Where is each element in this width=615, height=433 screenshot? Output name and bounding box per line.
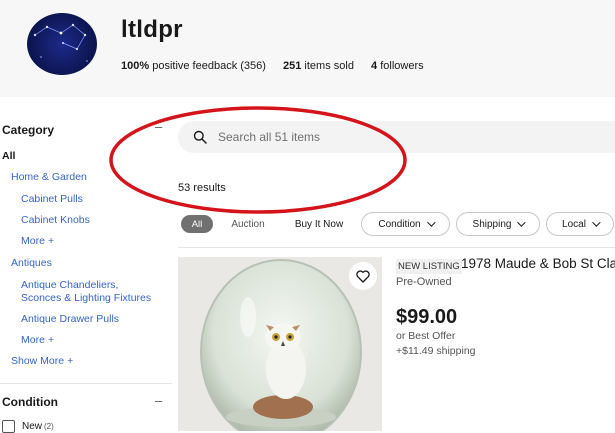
new-label: New [22, 421, 43, 432]
followers-label: followers [380, 60, 424, 72]
results-divider [178, 247, 615, 248]
condition-label: Condition [378, 218, 421, 230]
store-stats: 100% positive feedback (356) 251 items s… [121, 60, 424, 72]
items-sold-count: 251 [283, 60, 302, 72]
chevron-down-icon [426, 218, 436, 227]
shipping-label: Shipping [472, 218, 512, 230]
filter-all[interactable]: All [181, 215, 213, 233]
show-more-label: Show More [11, 355, 65, 367]
watch-heart-button[interactable] [349, 262, 377, 290]
new-count: (2) [44, 422, 54, 431]
filter-condition-dropdown[interactable]: Condition [361, 212, 450, 236]
filter-shipping-dropdown[interactable]: Shipping [456, 212, 540, 236]
category-home-garden[interactable]: Home & Garden [11, 171, 87, 184]
category-title: Category [2, 123, 55, 137]
filter-auction[interactable]: Auction [221, 212, 275, 236]
store-name: ltldpr [121, 16, 183, 43]
more-label: More [21, 334, 45, 346]
category-all[interactable]: All [2, 150, 15, 163]
show-more-categories[interactable]: Show More + [11, 355, 73, 368]
new-checkbox[interactable] [2, 420, 15, 433]
feedback-percent: 100% [121, 60, 150, 72]
store-header: ltldpr 100% positive feedback (356) 251 … [0, 0, 615, 97]
items-sold-label: items sold [304, 60, 354, 72]
more-label: More [21, 235, 45, 247]
chandeliers-line2: Sconces & Lighting Fixtures [21, 292, 152, 304]
more-antiques[interactable]: More + [21, 334, 54, 347]
category-antique-drawer-pulls[interactable]: Antique Drawer Pulls [21, 313, 119, 326]
plus-icon: + [47, 235, 55, 247]
filter-local-dropdown[interactable]: Local [546, 212, 614, 236]
more-home-garden[interactable]: More + [21, 235, 54, 248]
filter-buy-it-now[interactable]: Buy It Now [285, 212, 353, 236]
listing-condition: Pre-Owned [396, 276, 452, 288]
plus-icon: + [47, 334, 55, 346]
heart-icon [356, 269, 370, 283]
condition-new[interactable]: New (2) [22, 421, 54, 432]
feedback-label: positive feedback (356) [152, 60, 266, 72]
plus-icon: + [67, 355, 74, 367]
category-antique-chandeliers[interactable]: Antique Chandeliers, Sconces & Lighting … [21, 279, 151, 305]
listing-price: $99.00 [396, 306, 458, 328]
chandeliers-line1: Antique Chandeliers, [21, 279, 119, 291]
category-cabinet-knobs[interactable]: Cabinet Knobs [21, 214, 90, 227]
annotation-ellipse [109, 106, 407, 214]
shipping-cost: +$11.49 shipping [396, 345, 476, 357]
new-listing-badge: NEW LISTING [396, 259, 462, 274]
category-cabinet-pulls[interactable]: Cabinet Pulls [21, 193, 83, 206]
collapse-condition-icon[interactable]: – [155, 393, 162, 408]
results-count: 53 results [178, 182, 226, 194]
store-avatar[interactable] [27, 13, 97, 75]
chevron-down-icon [592, 218, 601, 227]
chevron-down-icon [517, 218, 527, 227]
best-offer-text: or Best Offer [396, 330, 456, 342]
followers-count: 4 [371, 60, 378, 72]
category-antiques[interactable]: Antiques [11, 257, 52, 270]
listing-title[interactable]: 1978 Maude & Bob St Cla [461, 256, 615, 271]
local-label: Local [562, 218, 586, 230]
sidebar-divider [0, 383, 172, 384]
condition-title: Condition [2, 395, 58, 409]
